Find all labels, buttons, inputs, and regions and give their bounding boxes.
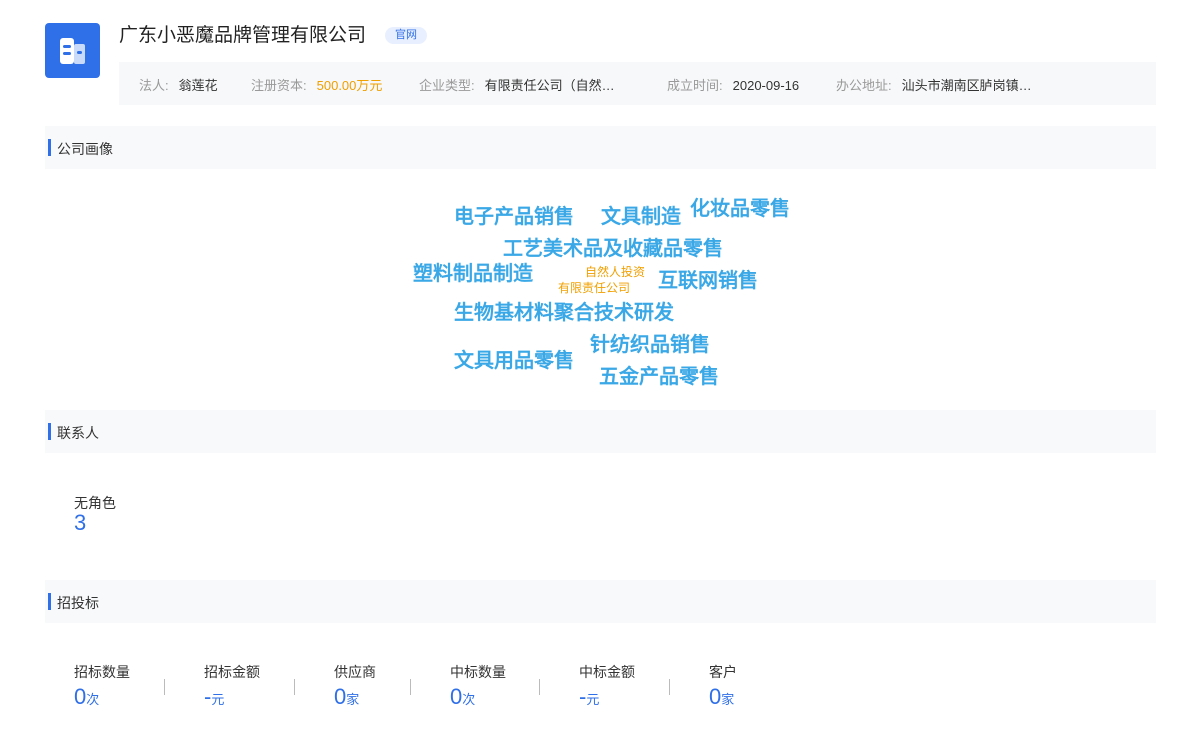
capital-value: 500.00万元 (316, 78, 383, 93)
stat-divider (294, 679, 295, 695)
info-legal-person: 法人: 翁莲花 (139, 75, 218, 94)
word-cloud-tag[interactable]: 工艺美术品及收藏品零售 (503, 232, 723, 261)
building-icon (60, 38, 85, 64)
legal-person-value[interactable]: 翁莲花 (179, 78, 218, 93)
company-info-bar: 法人: 翁莲花 注册资本: 500.00万元 企业类型: 有限责任公司（自然… 成立时… (119, 62, 1156, 105)
section-accent-bar (48, 593, 51, 610)
info-label: 注册资本: (251, 78, 307, 93)
official-site-tag[interactable]: 官网 (385, 27, 427, 44)
word-cloud-tag[interactable]: 电子产品销售 (454, 200, 574, 229)
word-cloud-tag[interactable]: 文具用品零售 (454, 344, 574, 373)
word-cloud-tag[interactable]: 有限责任公司 (558, 279, 630, 296)
stat-unit: 元 (586, 692, 600, 707)
section-header-bidding: 招投标 (45, 580, 1156, 623)
founded-value: 2020-09-16 (732, 78, 800, 93)
contact-count[interactable]: 3 (74, 510, 86, 536)
word-cloud-tag[interactable]: 文具制造 (601, 200, 681, 229)
stat-unit: 次 (462, 692, 476, 707)
word-cloud-tag[interactable]: 塑料制品制造 (413, 257, 533, 286)
stat-number[interactable]: 0 (709, 684, 721, 709)
stat-unit: 元 (211, 692, 225, 707)
stat-divider (669, 679, 670, 695)
stat-label: 中标数量 (450, 664, 506, 680)
section-title: 公司画像 (57, 141, 113, 157)
stat-bid-amount: 招标金额 -元 (204, 662, 260, 710)
info-company-type: 企业类型: 有限责任公司（自然… (419, 75, 615, 94)
stat-label: 招标数量 (74, 664, 130, 680)
stat-number[interactable]: 0 (74, 684, 86, 709)
word-cloud-tag[interactable]: 自然人投资 (585, 263, 645, 280)
word-cloud-tag[interactable]: 针纺织品销售 (590, 328, 710, 357)
section-accent-bar (48, 423, 51, 440)
word-cloud-tag[interactable]: 五金产品零售 (599, 360, 719, 389)
info-address: 办公地址: 汕头市潮南区胪岗镇… (836, 75, 1032, 94)
info-founded: 成立时间: 2020-09-16 (667, 75, 799, 94)
word-cloud: 电子产品销售 文具制造 化妆品零售 工艺美术品及收藏品零售 塑料制品制造 自然人… (0, 0, 1200, 752)
stat-win-amount: 中标金额 -元 (579, 662, 635, 710)
stat-number[interactable]: 0 (334, 684, 346, 709)
word-cloud-tag[interactable]: 生物基材料聚合技术研发 (454, 296, 674, 325)
stat-unit: 家 (721, 692, 735, 707)
word-cloud-tag[interactable]: 互联网销售 (658, 264, 758, 293)
section-header-contacts: 联系人 (45, 410, 1156, 453)
info-label: 法人: (139, 78, 169, 93)
info-label: 办公地址: (836, 78, 892, 93)
info-capital: 注册资本: 500.00万元 (251, 75, 382, 94)
stat-bid-count: 招标数量 0次 (74, 662, 130, 710)
stat-divider (410, 679, 411, 695)
company-logo (45, 23, 100, 78)
section-title: 联系人 (57, 425, 99, 441)
word-cloud-tag[interactable]: 化妆品零售 (690, 192, 790, 221)
section-accent-bar (48, 139, 51, 156)
stat-label: 招标金额 (204, 664, 260, 680)
stat-label: 客户 (709, 664, 737, 680)
company-name: 广东小恶魔品牌管理有限公司 (119, 25, 367, 46)
stat-divider (164, 679, 165, 695)
company-type-value: 有限责任公司（自然… (484, 78, 615, 93)
address-value: 汕头市潮南区胪岗镇… (901, 78, 1032, 93)
section-header-portrait: 公司画像 (45, 126, 1156, 169)
info-label: 成立时间: (667, 78, 723, 93)
stat-number[interactable]: 0 (450, 684, 462, 709)
stat-customers: 客户 0家 (709, 662, 737, 710)
stat-label: 中标金额 (579, 664, 635, 680)
stat-label: 供应商 (334, 664, 376, 680)
info-label: 企业类型: (419, 78, 475, 93)
stat-unit: 次 (86, 692, 100, 707)
stat-suppliers: 供应商 0家 (334, 662, 376, 710)
stat-divider (539, 679, 540, 695)
section-title: 招投标 (57, 595, 99, 611)
stat-unit: 家 (346, 692, 360, 707)
stat-win-count: 中标数量 0次 (450, 662, 506, 710)
